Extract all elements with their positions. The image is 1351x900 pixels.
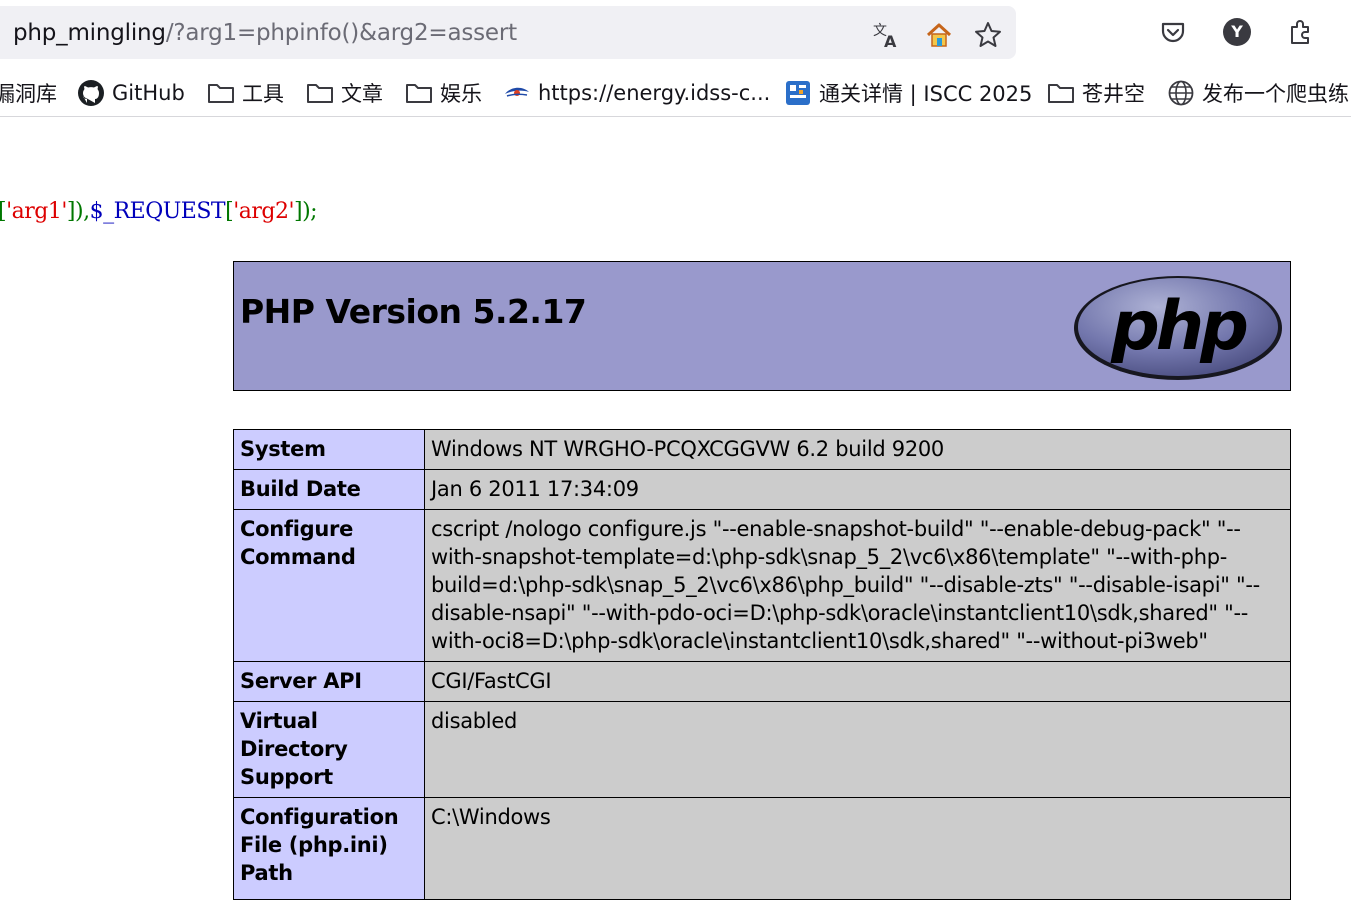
table-row: Configuration File (php.ini) Path C:\Win… xyxy=(233,797,1291,900)
table-row: Virtual Directory Support disabled xyxy=(233,701,1291,798)
row-key: Configure Command xyxy=(233,509,425,662)
row-key: Build Date xyxy=(233,469,425,510)
bookmark-label: GitHub xyxy=(112,81,185,105)
bookmark-vuln-library[interactable]: 漏洞库 xyxy=(0,78,57,108)
bookmark-crawler-practice[interactable]: 发布一个爬虫练 xyxy=(1167,78,1349,108)
folder-icon xyxy=(406,84,432,103)
url-text[interactable]: php_mingling/?arg1=phpinfo()&arg2=assert xyxy=(13,20,517,46)
row-value: C:\Windows xyxy=(424,797,1291,900)
folder-icon xyxy=(208,84,234,103)
row-value: CGI/FastCGI xyxy=(424,661,1291,702)
bookmark-label: https://energy.idss-c... xyxy=(538,81,771,105)
table-row: Server API CGI/FastCGI xyxy=(233,661,1291,702)
bookmark-iscc[interactable]: 通关详情 | ISCC 2025 xyxy=(784,78,1032,108)
row-key: Server API xyxy=(233,661,425,702)
bookmark-label: 娱乐 xyxy=(440,82,482,106)
phpinfo-header: PHP Version 5.2.17 php xyxy=(233,261,1291,391)
iscc-icon xyxy=(786,81,810,105)
folder-icon xyxy=(1048,84,1074,103)
svg-text:A: A xyxy=(884,32,897,50)
phpinfo-table: System Windows NT WRGHO-PCQXCGGVW 6.2 bu… xyxy=(233,429,1291,900)
table-row: Build Date Jan 6 2011 17:34:09 xyxy=(233,469,1291,510)
bookmark-label: 工具 xyxy=(242,82,284,106)
pocket-icon[interactable] xyxy=(1156,15,1190,49)
extensions-icon[interactable] xyxy=(1284,15,1318,49)
account-avatar[interactable]: Y xyxy=(1220,15,1254,49)
bookmarks-toolbar: 漏洞库 GitHub 工具 文章 娱乐 https://energy.idss-… xyxy=(0,70,1351,117)
code-string-arg2: 'arg2' xyxy=(233,199,294,224)
url-path: /?arg1=phpinfo()&arg2=assert xyxy=(165,20,517,46)
php-logo: php xyxy=(1074,276,1282,380)
row-key: Virtual Directory Support xyxy=(233,701,425,798)
bookmark-label: 发布一个爬虫练 xyxy=(1202,82,1349,106)
bookmark-folder-tools[interactable]: 工具 xyxy=(207,78,284,108)
table-row: System Windows NT WRGHO-PCQXCGGVW 6.2 bu… xyxy=(233,429,1291,470)
bookmark-star-icon[interactable] xyxy=(972,19,1004,51)
bookmark-label: 苍井空 xyxy=(1082,82,1145,106)
row-value: Jan 6 2011 17:34:09 xyxy=(424,469,1291,510)
row-value: cscript /nologo configure.js "--enable-s… xyxy=(424,509,1291,662)
code-bracket: ]); xyxy=(294,199,318,224)
bookmark-folder-articles[interactable]: 文章 xyxy=(306,78,383,108)
table-row: Configure Command cscript /nologo config… xyxy=(233,509,1291,662)
row-value: Windows NT WRGHO-PCQXCGGVW 6.2 build 920… xyxy=(424,429,1291,470)
code-variable-request: $_REQUEST xyxy=(89,199,226,224)
address-bar[interactable]: php_mingling/?arg1=phpinfo()&arg2=assert… xyxy=(0,6,1016,59)
row-value: disabled xyxy=(424,701,1291,798)
bookmark-label: 文章 xyxy=(341,82,383,106)
row-key: Configuration File (php.ini) Path xyxy=(233,797,425,900)
php-version-title: PHP Version 5.2.17 xyxy=(240,292,587,331)
bookmark-github[interactable]: GitHub xyxy=(77,78,185,108)
bookmark-folder-entertainment[interactable]: 娱乐 xyxy=(405,78,482,108)
home-icon[interactable] xyxy=(923,19,955,51)
bookmark-folder-aoi[interactable]: 苍井空 xyxy=(1047,78,1145,108)
code-string-arg1: 'arg1' xyxy=(6,199,67,224)
globe-icon xyxy=(1168,80,1194,106)
avatar-initial: Y xyxy=(1231,22,1243,41)
bookmark-energy-idss[interactable]: https://energy.idss-c... xyxy=(503,78,770,108)
row-key: System xyxy=(233,429,425,470)
svg-text:php: php xyxy=(1110,287,1247,366)
translate-icon[interactable]: 文 A xyxy=(870,19,902,51)
bookmark-label: 漏洞库 xyxy=(0,82,57,106)
code-bracket: ]), xyxy=(66,199,90,224)
browser-toolbar: php_mingling/?arg1=phpinfo()&arg2=assert… xyxy=(0,0,1351,66)
url-host: php_mingling xyxy=(13,20,166,46)
github-icon xyxy=(78,80,104,106)
eye-logo-icon xyxy=(505,87,529,97)
bookmark-label: 通关详情 | ISCC 2025 xyxy=(819,82,1033,106)
code-bracket: [ xyxy=(225,199,234,224)
folder-icon xyxy=(307,84,333,103)
highlighted-source-line: ['arg1']),$_REQUEST['arg2']); xyxy=(0,197,318,227)
